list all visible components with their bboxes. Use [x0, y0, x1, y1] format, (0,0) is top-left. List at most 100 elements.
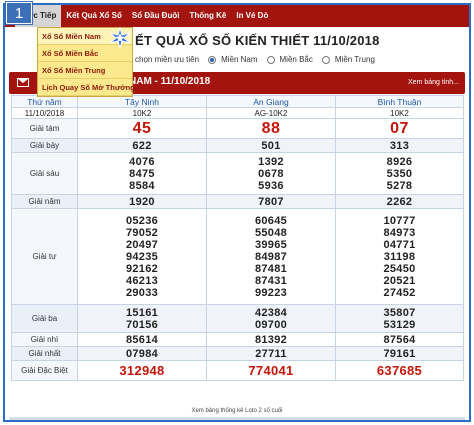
prize-row: Giải ba 15161 70156 42384 09700 35807 53129: [11, 304, 464, 333]
prize-number: 55048: [254, 226, 288, 239]
prize-number: 05236: [125, 214, 159, 227]
radio-mien-trung[interactable]: [321, 55, 330, 64]
radio-mien-bac[interactable]: [266, 55, 275, 64]
prize-number: 87431: [254, 274, 288, 287]
prize-cell: 637685: [335, 360, 464, 381]
prize-cell: 501: [206, 138, 336, 153]
prize-number: 85614: [125, 333, 159, 346]
prize-number: 79161: [383, 347, 416, 360]
horizontal-scrollbar[interactable]: [9, 417, 465, 420]
prize-number: 53129: [383, 318, 416, 331]
prize-number: 31198: [383, 250, 416, 263]
prize-row: Giải Đặc Biệt 312948 774041 637685: [11, 360, 464, 381]
prize-number: 94235: [125, 250, 159, 263]
step-number-badge: 1: [6, 2, 32, 24]
prize-cell: 313: [335, 138, 464, 153]
prize-cell: 45: [77, 118, 207, 139]
prize-cell: 1392 0678 5936: [206, 152, 336, 195]
region-filter: chọn miền ưu tiên Miền Nam Miền Bắc Miền…: [135, 55, 375, 64]
ticket-code: 10K2: [335, 107, 464, 119]
prize-cell: 1920: [77, 194, 207, 209]
filter-label: chọn miền ưu tiên: [135, 55, 200, 64]
prize-number: 15161: [125, 306, 159, 319]
table-header-row: Thứ năm Tây Ninh An Giang Bình Thuận: [11, 95, 464, 108]
radio-label-mien-nam: Miền Nam: [221, 55, 258, 64]
prize-label: Giải Đặc Biệt: [11, 360, 78, 381]
prize-number: 8926: [386, 155, 413, 168]
nav-so-dau-duoi[interactable]: Sổ Đầu Đuôi: [127, 5, 185, 27]
top-nav: Trực Tiếp Kết Quả Xổ Số Sổ Đầu Đuôi Thốn…: [5, 5, 469, 27]
header-province-3[interactable]: Bình Thuận: [335, 95, 464, 108]
header-province-1[interactable]: Tây Ninh: [77, 95, 207, 108]
prize-cell: 35807 53129: [335, 304, 464, 333]
prize-label: Giải năm: [11, 194, 78, 209]
nav-ket-qua-xo-so[interactable]: Kết Quả Xổ Số: [61, 5, 127, 27]
prize-number: 7807: [258, 195, 284, 208]
prize-row: Giải nhì 85614 81392 87564: [11, 332, 464, 347]
prize-number: 1920: [129, 195, 155, 208]
nav-thong-ke[interactable]: Thống Kê: [184, 5, 231, 27]
prize-cell: 88: [206, 118, 336, 139]
prize-cell: 774041: [206, 360, 336, 381]
results-title: NAM - 11/10/2018: [129, 76, 211, 87]
draw-date: 11/10/2018: [11, 107, 78, 119]
prize-label: Giải sáu: [11, 152, 78, 195]
prize-row: Giải tư 05236 79052 20497 94235 92162 46213 290…: [11, 208, 464, 305]
prize-cell: 15161 70156: [77, 304, 207, 333]
prize-number: 774041: [248, 362, 294, 378]
page-title: ẾT QUẢ XỔ SỐ KIẾN THIẾT 11/10/2018: [135, 33, 380, 48]
prize-number: 8584: [129, 179, 155, 192]
code-row: 11/10/2018 10K2 AG-10K2 10K2: [11, 107, 464, 119]
prize-number: 312948: [119, 362, 165, 378]
prize-number: 27452: [383, 286, 416, 299]
prize-label: Giải nhất: [11, 346, 78, 361]
prize-label: Giải ba: [11, 304, 78, 333]
ticket-code: AG-10K2: [206, 107, 336, 119]
prize-cell: 2262: [335, 194, 464, 209]
prize-number: 88: [261, 119, 281, 137]
prize-number: 1392: [258, 155, 284, 168]
prize-number: 25450: [383, 262, 416, 275]
prize-number: 0678: [258, 167, 284, 180]
prize-number: 637685: [376, 362, 423, 378]
menu-item-lich-quay-so[interactable]: Lịch Quay Số Mở Thưởng: [38, 79, 135, 96]
prize-number: 8475: [129, 167, 155, 180]
prize-cell: 8926 5350 5278: [335, 152, 464, 195]
prize-number: 29033: [125, 286, 159, 299]
prize-number: 46213: [125, 274, 159, 287]
prize-number: 10777: [383, 214, 416, 227]
radio-mien-nam[interactable]: [208, 55, 217, 64]
prize-number: 5350: [386, 167, 413, 180]
radio-label-mien-trung: Miền Trung: [334, 55, 375, 64]
menu-item-xo-so-mien-trung[interactable]: Xổ Số Miền Trung: [38, 62, 132, 79]
header-province-2[interactable]: An Giang: [206, 95, 336, 108]
prize-number: 5278: [386, 179, 413, 192]
prize-number: 501: [261, 139, 281, 152]
prize-cell: 85614: [77, 332, 207, 347]
prize-number: 622: [132, 139, 152, 152]
prize-cell: 79161: [335, 346, 464, 361]
prize-cell: 622: [77, 138, 207, 153]
prize-label: Giải tư: [11, 208, 78, 305]
nav-in-ve-do[interactable]: In Vé Dò: [231, 5, 273, 27]
prize-number: 09700: [254, 318, 288, 331]
view-table-link[interactable]: Xem bảng tỉnh...: [408, 79, 459, 86]
prize-number: 04771: [383, 238, 416, 251]
prize-cell: 312948: [77, 360, 207, 381]
prize-row: Giải năm 1920 7807 2262: [11, 194, 464, 209]
prize-cell: 05236 79052 20497 94235 92162 46213 29033: [77, 208, 207, 305]
prize-number: 39965: [254, 238, 288, 251]
prize-number: 20497: [125, 238, 159, 251]
ticket-code: 10K2: [77, 107, 207, 119]
prize-cell: 7807: [206, 194, 336, 209]
results-table: Thứ năm Tây Ninh An Giang Bình Thuận 11/…: [11, 95, 464, 381]
prize-row: Giải sáu 4076 8475 8584 1392 0678 5936 8926 5350…: [11, 152, 464, 195]
prize-row: Giải nhất 07984 27711 79161: [11, 346, 464, 361]
prize-number: 5936: [258, 179, 284, 192]
prize-number: 84987: [254, 250, 288, 263]
prize-cell: 07: [335, 118, 464, 139]
prize-number: 84973: [383, 226, 416, 239]
prize-row: Giải tám 45 88 07: [11, 118, 464, 139]
prize-cell: 4076 8475 8584: [77, 152, 207, 195]
prize-row: Giải bảy 622 501 313: [11, 138, 464, 153]
